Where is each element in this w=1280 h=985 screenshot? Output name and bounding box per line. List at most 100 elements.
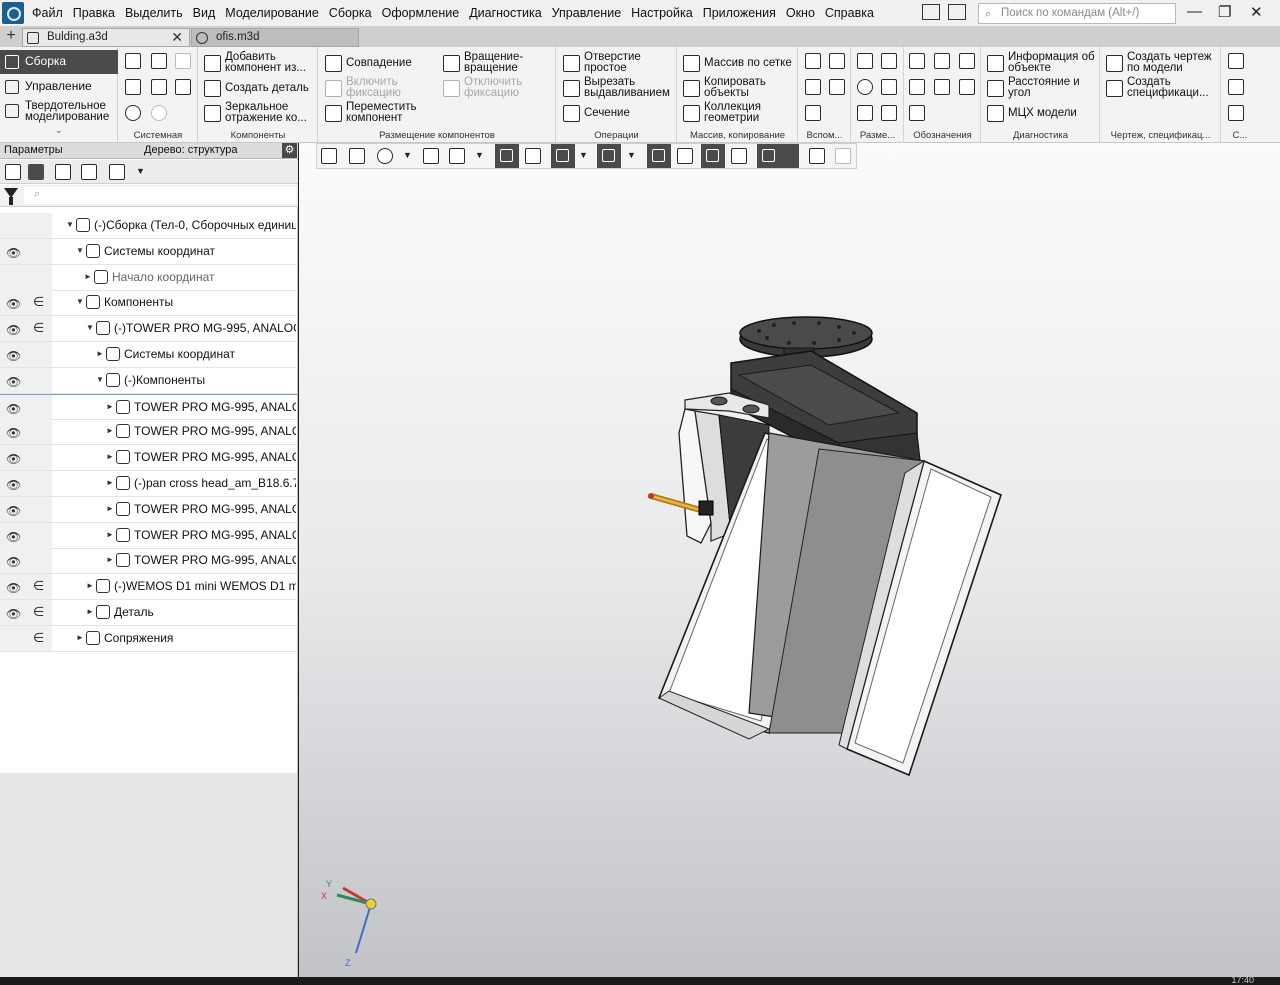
menu-window[interactable]: Окно <box>786 6 815 20</box>
gear-icon[interactable]: ⚙ <box>282 143 297 158</box>
marker-icon[interactable] <box>934 79 950 95</box>
chevron-down-icon[interactable]: ▼ <box>403 150 412 160</box>
tree-row-tower-pro-assembly[interactable]: 👁 ∈ ▼ (-)TOWER PRO MG-995, ANALOG S <box>0 316 298 343</box>
visibility-eye-icon[interactable]: 👁 <box>6 478 21 492</box>
tab-tree-structure[interactable]: Дерево: структура <box>144 144 238 156</box>
filter-icon[interactable] <box>4 188 18 205</box>
tree-row-detail[interactable]: 👁 ∈ ► Деталь <box>0 600 298 626</box>
copy-objects-button[interactable]: Копировать объекты <box>683 76 797 101</box>
visibility-eye-icon[interactable]: 👁 <box>6 323 21 337</box>
chevron-down-icon[interactable]: ▼ <box>627 150 636 160</box>
collapse-ribbon-icon[interactable]: ⌄ <box>55 125 63 136</box>
section-view-icon[interactable] <box>677 148 693 164</box>
collapse-arrow-icon[interactable]: ▼ <box>76 246 84 255</box>
base-icon[interactable] <box>959 53 975 69</box>
hide-show-button[interactable] <box>551 144 575 168</box>
cut-extrude-button[interactable]: Вырезать выдавливанием <box>563 76 675 101</box>
collapse-arrow-icon[interactable]: ▼ <box>86 323 94 332</box>
orientation-icon[interactable] <box>449 148 465 164</box>
include-in-calc-icon[interactable]: ∈ <box>33 320 44 336</box>
close-window-button[interactable]: ✕ <box>1250 3 1263 21</box>
collapse-arrow-icon[interactable]: ▼ <box>96 375 104 384</box>
visibility-eye-icon[interactable]: 👁 <box>6 426 21 440</box>
tree-row-origin[interactable]: ► Начало координат <box>0 264 298 291</box>
layout-split-icon[interactable] <box>948 4 966 20</box>
tree-row-components[interactable]: 👁 ∈ ▼ Компоненты <box>0 290 298 317</box>
collapse-arrow-icon[interactable]: ▼ <box>76 297 84 306</box>
move-component-button[interactable]: Переместить компонент <box>325 101 435 126</box>
menu-view[interactable]: Вид <box>193 6 216 20</box>
leader-icon[interactable] <box>934 53 950 69</box>
visibility-button[interactable] <box>597 144 621 168</box>
open-folder-icon[interactable] <box>151 53 167 69</box>
menu-help[interactable]: Справка <box>825 6 874 20</box>
include-in-calc-icon[interactable]: ∈ <box>33 578 44 594</box>
geometry-collection-button[interactable]: Коллекция геометрии <box>683 101 797 126</box>
expand-arrow-icon[interactable]: ► <box>84 272 92 281</box>
include-in-calc-icon[interactable]: ∈ <box>33 604 44 620</box>
print-icon[interactable] <box>125 79 141 95</box>
grid-array-button[interactable]: Массив по сетке <box>683 52 797 76</box>
tree-row-tower-pro-part[interactable]: 👁 ► TOWER PRO MG-995, ANALOG <box>0 393 298 420</box>
expand-arrow-icon[interactable]: ► <box>106 478 114 487</box>
create-drawing-button[interactable]: Создать чертеж по модели <box>1106 51 1220 76</box>
3d-viewport[interactable]: X Y Z <box>299 143 1280 977</box>
menu-modeling[interactable]: Моделирование <box>225 6 319 20</box>
app-logo-icon[interactable] <box>2 2 24 24</box>
expand-arrow-icon[interactable]: ► <box>106 504 114 513</box>
visibility-eye-icon[interactable]: 👁 <box>6 402 21 416</box>
command-search-input[interactable]: ⌕ Поиск по командам (Alt+/) <box>978 3 1176 24</box>
collapse-arrow-icon[interactable]: ▼ <box>66 220 74 229</box>
visibility-eye-icon[interactable]: 👁 <box>6 375 21 389</box>
expand-arrow-icon[interactable]: ► <box>106 402 114 411</box>
tree-row-coord-systems[interactable]: 👁 ▼ Системы координат <box>0 238 298 265</box>
layout-single-icon[interactable] <box>922 4 940 20</box>
include-in-calc-icon[interactable]: ∈ <box>33 630 44 646</box>
visibility-eye-icon[interactable]: 👁 <box>6 297 21 311</box>
structure-view-icon[interactable] <box>28 164 44 180</box>
expand-arrow-icon[interactable]: ► <box>86 607 94 616</box>
simple-hole-button[interactable]: Отверстие простое <box>563 51 675 76</box>
offset-plane-icon[interactable] <box>829 79 845 95</box>
undo-icon[interactable] <box>125 105 141 121</box>
visibility-eye-icon[interactable]: 👁 <box>6 246 21 260</box>
expand-arrow-icon[interactable]: ► <box>106 426 114 435</box>
weld-icon[interactable] <box>909 105 925 121</box>
add-icon[interactable] <box>1228 53 1244 69</box>
tree-row-tower-pro-part[interactable]: 👁 ► TOWER PRO MG-995, ANALOG <box>0 496 298 523</box>
object-info-button[interactable]: Информация об объекте <box>987 51 1099 76</box>
tab-bulding[interactable]: Bulding.a3d ✕ <box>22 28 190 47</box>
tree-row-tower-pro-part[interactable]: 👁 ► TOWER PRO MG-995, ANALOG <box>0 522 298 549</box>
close-tab-icon[interactable]: ✕ <box>171 29 183 46</box>
menu-diagnostics[interactable]: Диагностика <box>469 6 541 20</box>
visibility-eye-icon[interactable]: 👁 <box>6 452 21 466</box>
chevron-down-icon[interactable]: ▼ <box>136 166 145 176</box>
position-icon[interactable] <box>959 79 975 95</box>
tree-row-mates[interactable]: ∈ ► Сопряжения <box>0 625 298 652</box>
selection-filter-button[interactable] <box>757 144 799 168</box>
visibility-eye-icon[interactable]: 👁 <box>6 504 21 518</box>
reset-view-icon[interactable] <box>321 148 337 164</box>
menu-select[interactable]: Выделить <box>125 6 183 20</box>
point-icon[interactable] <box>805 79 821 95</box>
tab-parameters[interactable]: Параметры <box>4 144 63 156</box>
visibility-eye-icon[interactable]: 👁 <box>6 555 21 569</box>
menu-apps[interactable]: Приложения <box>703 6 776 20</box>
rotation-button[interactable]: Вращение-вращение <box>443 51 553 76</box>
tolerance-icon[interactable] <box>909 79 925 95</box>
visibility-eye-icon[interactable]: 👁 <box>6 530 21 544</box>
wireframe-icon[interactable] <box>525 148 541 164</box>
plane-icon[interactable] <box>805 53 821 69</box>
tree-row-tower-pro-part[interactable]: 👁 ► TOWER PRO MG-995, ANALOG <box>0 548 298 575</box>
dim-settings-icon[interactable] <box>881 105 897 121</box>
save-icon[interactable] <box>175 79 191 95</box>
preview-icon[interactable] <box>151 79 167 95</box>
link-icon[interactable] <box>1228 105 1244 121</box>
create-part-button[interactable]: Создать деталь <box>204 77 316 101</box>
visibility-eye-icon[interactable]: 👁 <box>6 607 21 621</box>
expand-arrow-icon[interactable]: ► <box>86 581 94 590</box>
expand-arrow-icon[interactable]: ► <box>106 452 114 461</box>
minimize-button[interactable]: — <box>1187 3 1202 20</box>
menu-settings[interactable]: Настройка <box>631 6 693 20</box>
visibility-eye-icon[interactable]: 👁 <box>6 581 21 595</box>
